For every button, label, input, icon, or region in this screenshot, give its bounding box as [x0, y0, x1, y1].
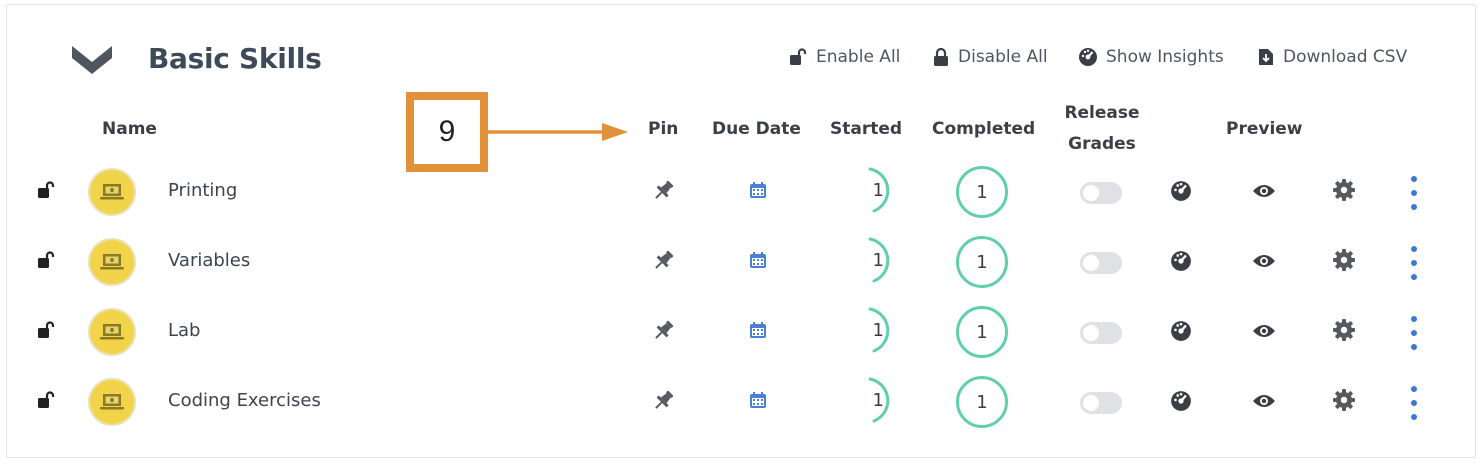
eye-icon[interactable]: [1252, 252, 1276, 274]
unlock-icon[interactable]: [36, 180, 56, 204]
assignment-avatar: [88, 308, 136, 356]
laptop-icon: [100, 184, 124, 200]
started-count: 1: [872, 320, 884, 341]
laptop-icon: [100, 324, 124, 340]
eye-icon[interactable]: [1252, 182, 1276, 204]
gauge-icon[interactable]: [1170, 180, 1192, 206]
started-progress: 1: [848, 164, 898, 214]
completed-count: 1: [976, 181, 988, 203]
pin-icon[interactable]: [650, 388, 676, 418]
release-grades-line-1: Release: [1064, 103, 1140, 123]
show-insights-button[interactable]: Show Insights: [1078, 47, 1224, 67]
assignment-name[interactable]: Lab: [168, 320, 200, 341]
table-row: Printing 1 1: [0, 162, 1482, 226]
release-grades-toggle[interactable]: [1080, 322, 1122, 344]
completed-count-badge: 1: [956, 166, 1008, 218]
annotation-callout-box: 9: [406, 92, 488, 172]
gauge-icon[interactable]: [1170, 320, 1192, 346]
column-header-started[interactable]: Started: [830, 117, 902, 141]
gear-icon[interactable]: [1332, 318, 1356, 346]
download-file-icon: [1259, 49, 1273, 65]
column-header-name[interactable]: Name: [102, 117, 157, 141]
download-csv-label: Download CSV: [1283, 47, 1408, 67]
started-count: 1: [872, 390, 884, 411]
unlock-icon[interactable]: [36, 390, 56, 414]
gauge-icon: [1079, 48, 1097, 66]
annotation-arrow: [488, 123, 628, 141]
enable-all-label: Enable All: [816, 47, 901, 67]
gauge-icon[interactable]: [1170, 390, 1192, 416]
pin-icon[interactable]: [650, 318, 676, 348]
release-grades-toggle[interactable]: [1080, 392, 1122, 414]
unlock-icon[interactable]: [36, 250, 56, 274]
disable-all-label: Disable All: [958, 47, 1048, 67]
completed-count: 1: [976, 391, 988, 413]
completed-count-badge: 1: [956, 306, 1008, 358]
pin-icon[interactable]: [650, 248, 676, 278]
assignment-avatar: [88, 168, 136, 216]
laptop-icon: [100, 254, 124, 270]
section-title: Basic Skills: [148, 42, 322, 75]
annotation-number: 9: [438, 115, 456, 148]
more-vertical-icon[interactable]: [1406, 316, 1422, 350]
completed-count-badge: 1: [956, 236, 1008, 288]
assignment-name[interactable]: Coding Exercises: [168, 390, 321, 411]
gauge-icon[interactable]: [1170, 250, 1192, 276]
started-progress: 1: [848, 304, 898, 354]
calendar-icon[interactable]: [748, 250, 768, 274]
download-csv-button[interactable]: Download CSV: [1257, 47, 1407, 67]
started-count: 1: [872, 180, 884, 201]
column-header-pin[interactable]: Pin: [648, 117, 678, 141]
gear-icon[interactable]: [1332, 178, 1356, 206]
pin-icon[interactable]: [650, 178, 676, 208]
release-grades-toggle[interactable]: [1080, 182, 1122, 204]
completed-count-badge: 1: [956, 376, 1008, 428]
table-row: Variables 1 1: [0, 232, 1482, 296]
more-vertical-icon[interactable]: [1406, 386, 1422, 420]
release-grades-line-2: Grades: [1068, 134, 1136, 154]
disable-all-button[interactable]: Disable All: [932, 47, 1048, 67]
eye-icon[interactable]: [1252, 392, 1276, 414]
assignment-name[interactable]: Printing: [168, 180, 237, 201]
started-progress: 1: [848, 374, 898, 424]
calendar-icon[interactable]: [748, 180, 768, 204]
laptop-icon: [100, 394, 124, 410]
column-header-completed[interactable]: Completed: [932, 117, 1035, 141]
chevron-down-icon[interactable]: [70, 42, 114, 78]
unlock-icon: [790, 48, 807, 65]
started-count: 1: [872, 250, 884, 271]
unlock-icon[interactable]: [36, 320, 56, 344]
column-header-release-grades[interactable]: Release Grades: [1064, 101, 1140, 156]
calendar-icon[interactable]: [748, 320, 768, 344]
release-grades-toggle[interactable]: [1080, 252, 1122, 274]
more-vertical-icon[interactable]: [1406, 176, 1422, 210]
gear-icon[interactable]: [1332, 388, 1356, 416]
column-header-preview[interactable]: Preview: [1226, 117, 1303, 141]
column-header-due-date[interactable]: Due Date: [712, 117, 801, 141]
completed-count: 1: [976, 321, 988, 343]
assignment-avatar: [88, 238, 136, 286]
assignment-avatar: [88, 378, 136, 426]
eye-icon[interactable]: [1252, 322, 1276, 344]
calendar-icon[interactable]: [748, 390, 768, 414]
more-vertical-icon[interactable]: [1406, 246, 1422, 280]
lock-icon: [934, 47, 948, 66]
show-insights-label: Show Insights: [1106, 47, 1224, 67]
gear-icon[interactable]: [1332, 248, 1356, 276]
enable-all-button[interactable]: Enable All: [788, 47, 900, 67]
completed-count: 1: [976, 251, 988, 273]
table-row: Coding Exercises 1 1: [0, 372, 1482, 436]
table-row: Lab 1 1: [0, 302, 1482, 366]
started-progress: 1: [848, 234, 898, 284]
assignment-name[interactable]: Variables: [168, 250, 250, 271]
